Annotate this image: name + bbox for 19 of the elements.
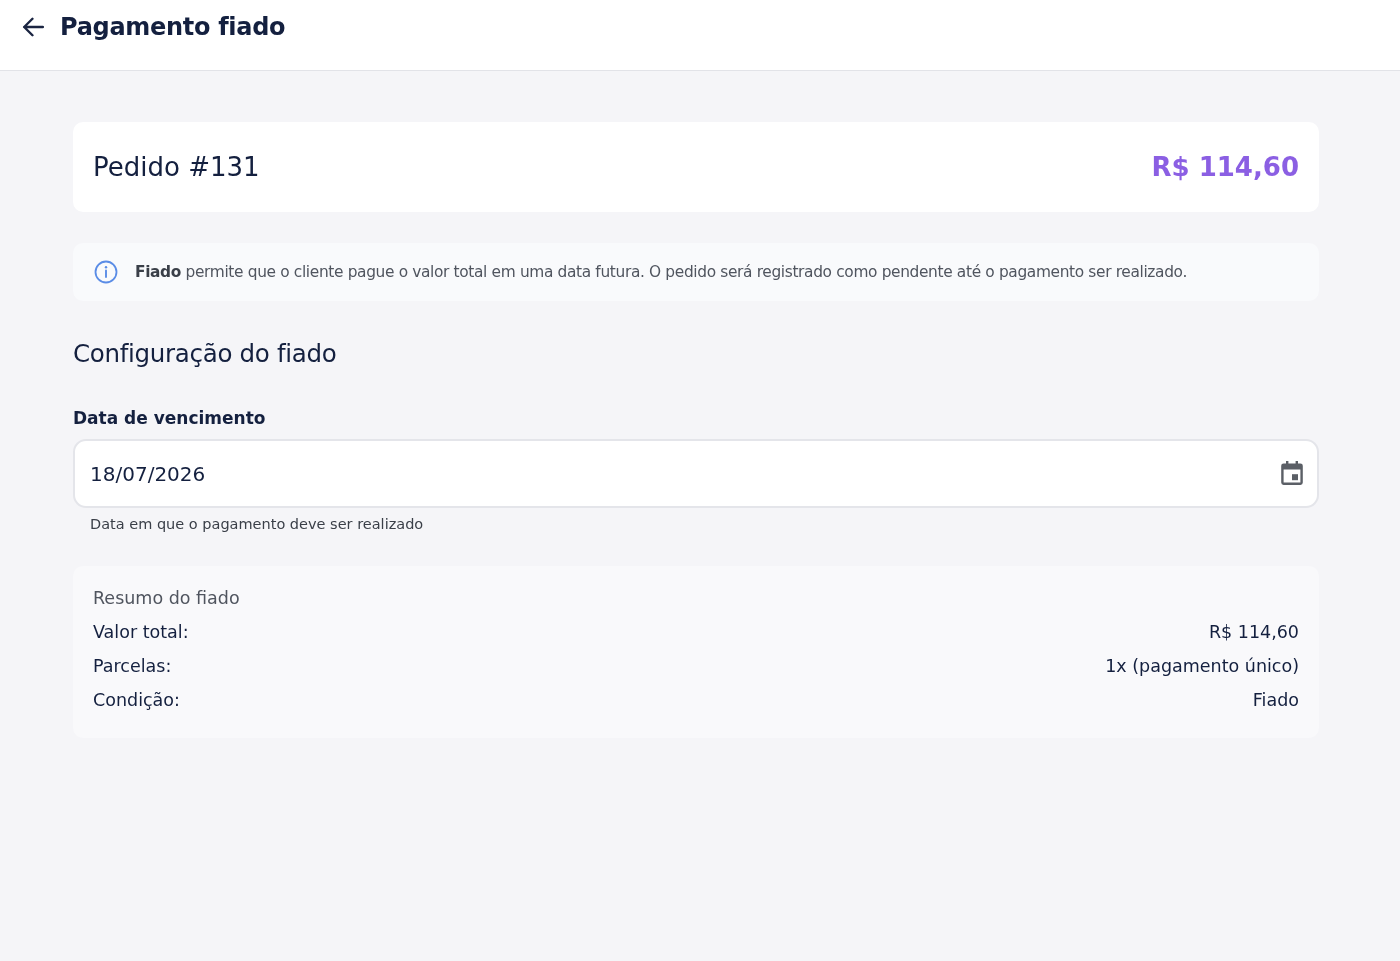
date-input-field[interactable]: 18/07/2026	[73, 439, 1319, 508]
section-title: Configuração do fiado	[73, 339, 337, 368]
back-button[interactable]	[20, 15, 46, 39]
order-number: Pedido #131	[93, 152, 260, 182]
summary-value: Fiado	[1252, 690, 1299, 710]
summary-label: Valor total:	[93, 622, 189, 642]
order-amount: R$ 114,60	[1151, 152, 1299, 182]
helper-text: Data em que o pagamento deve ser realizado	[90, 516, 424, 532]
info-icon	[94, 260, 118, 284]
back-arrow-icon	[22, 17, 44, 37]
summary-label: Condição:	[93, 690, 180, 710]
page-title: Pagamento fiado	[60, 13, 286, 41]
summary-title: Resumo do fiado	[93, 588, 240, 608]
summary-label: Parcelas:	[93, 656, 172, 676]
info-text: Fiado permite que o cliente pague o valor total em uma data futura. O pedido será registrado como pendente até o pagamento ser realizado.	[135, 263, 1187, 281]
summary-value: R$ 114,60	[1208, 622, 1299, 642]
field-label: Data de vencimento	[73, 408, 266, 428]
summary-value: 1x (pagamento único)	[1105, 656, 1299, 676]
calendar-icon[interactable]	[1281, 461, 1303, 485]
